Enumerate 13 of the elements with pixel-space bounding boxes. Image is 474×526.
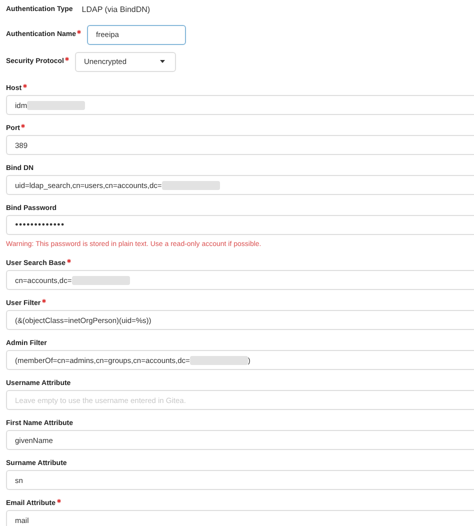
blurred-patch	[162, 180, 220, 190]
required-mark-icon	[64, 57, 69, 61]
auth-type-value: LDAP (via BindDN)	[82, 4, 150, 14]
required-mark-icon	[22, 84, 27, 88]
required-mark-icon	[77, 30, 82, 34]
required-mark-icon	[66, 258, 71, 262]
blurred-patch	[27, 100, 86, 110]
blurred-patch	[72, 276, 130, 284]
required-mark-icon	[21, 124, 25, 128]
caret-icon	[160, 60, 165, 63]
required-mark-icon	[42, 298, 46, 302]
required-mark-icon	[56, 498, 61, 502]
blurred-patch	[190, 356, 248, 364]
